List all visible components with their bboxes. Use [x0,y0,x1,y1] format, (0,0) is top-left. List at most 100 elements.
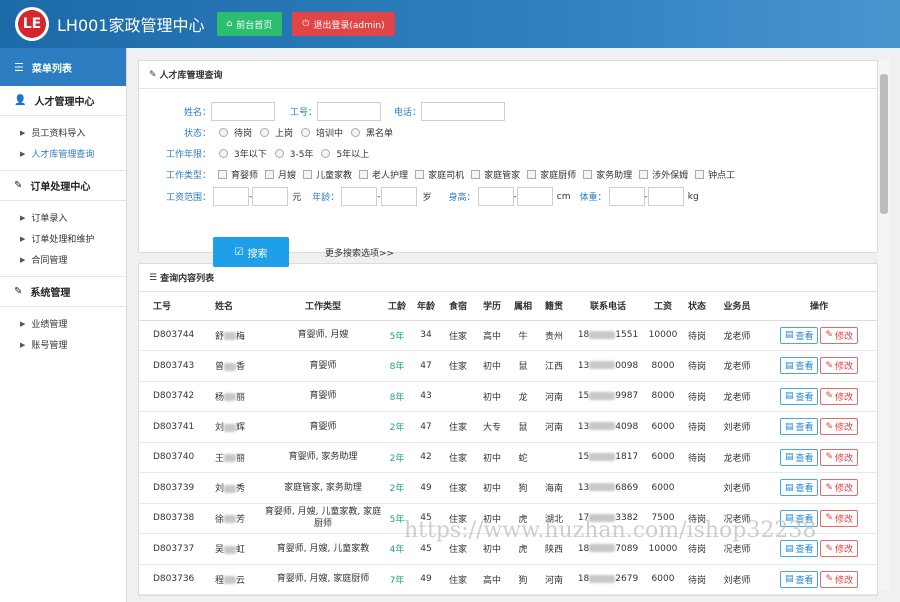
more-options-link[interactable]: 更多搜索选项>> [325,246,394,259]
cell-years: 8年 [383,381,411,412]
sidebar-item-order-entry[interactable]: ▶ 订单录入 [0,207,126,228]
col-header: 籍贯 [537,292,571,321]
search-button[interactable]: ☑ 搜索 [213,237,289,267]
weight-max-input[interactable] [647,187,684,206]
cell-years: 2年 [383,411,411,443]
weight-label: 体重： [579,193,607,203]
phone-input[interactable] [421,102,505,121]
view-button[interactable]: ▤ 查看 [779,570,819,588]
type-checkbox[interactable] [695,170,705,179]
cell-actions: ▤ 查看 ✎ 修改 [761,564,877,595]
file-icon: ▤ [784,360,794,371]
scrollbar[interactable] [878,60,890,590]
sidebar-item-order-maintain[interactable]: ▶ 订单处理和维护 [0,228,126,249]
status-radio[interactable] [260,128,270,137]
status-radio[interactable] [219,128,228,137]
edit-button[interactable]: ✎ 修改 [820,540,859,558]
cell-zodiac: 狗 [509,564,537,595]
scrollbar-thumb[interactable] [880,74,888,214]
type-checkbox[interactable] [639,170,649,179]
cell-origin [537,442,571,473]
edit-button[interactable]: ✎ 修改 [820,387,859,405]
name-input[interactable] [211,102,275,121]
edit-button[interactable]: ✎ 修改 [820,326,859,344]
age-unit: 岁 [422,193,432,203]
name-label: 姓名： [183,108,211,118]
type-checkbox[interactable] [527,170,537,179]
height-min-input[interactable] [477,187,514,206]
edit-button[interactable]: ✎ 修改 [820,479,859,497]
cell-status: 待岗 [681,411,713,443]
cell-status [681,472,713,504]
type-checkbox[interactable] [359,170,369,179]
view-button[interactable]: ▤ 查看 [779,387,819,405]
sidebar-item-talent-query[interactable]: ▶ 人才库管理查询 [0,143,126,164]
cell-board: 住家 [441,472,475,504]
view-button[interactable]: ▤ 查看 [779,357,819,375]
logout-button[interactable]: ⏻ 退出登录(admin) [292,12,395,36]
cell-type: 育婴师, 家务助理 [263,442,383,473]
sidebar-item-contracts[interactable]: ▶ 合同管理 [0,249,126,270]
edit-button[interactable]: ✎ 修改 [820,357,859,375]
edit-button[interactable]: ✎ 修改 [820,509,859,527]
cell-years: 2年 [383,472,411,504]
years-radio[interactable] [321,149,331,158]
view-button[interactable]: ▤ 查看 [779,479,819,497]
type-checkbox[interactable] [583,170,593,179]
status-radio[interactable] [351,128,361,137]
wage-max-input[interactable] [252,187,289,206]
edit-icon: ✎ [14,286,23,297]
view-button[interactable]: ▤ 查看 [779,448,819,466]
sidebar-group-system[interactable]: ✎ 系统管理 [0,277,126,307]
view-button[interactable]: ▤ 查看 [779,418,819,436]
col-header: 姓名 [201,292,263,321]
type-checkbox[interactable] [415,170,425,179]
sidebar-item-accounts[interactable]: ▶ 账号管理 [0,334,126,355]
type-checkbox[interactable] [265,170,275,179]
cell-edu: 高中 [475,564,509,595]
cell-age: 49 [411,472,441,504]
cell-type: 育婴师 [263,350,383,382]
status-radio[interactable] [301,128,311,137]
years-radio[interactable] [274,149,284,158]
type-checkbox[interactable] [303,170,313,179]
sidebar-item-import[interactable]: ▶ 员工资料导入 [0,122,126,143]
view-button[interactable]: ▤ 查看 [779,326,819,344]
cell-origin: 贵州 [537,320,571,351]
age-max-input[interactable] [380,187,417,206]
cell-phone: 13 0098 [571,350,645,382]
weight-min-input[interactable] [608,187,645,206]
id-input[interactable] [317,102,381,121]
sidebar-item-performance[interactable]: ▶ 业绩管理 [0,313,126,334]
edit-icon: ✎ [825,513,834,524]
cell-id: D803740 [139,442,201,473]
table-row: D803740 王丽育婴师, 家务助理 2年 42 住家 初中蛇 15 1817 6000 待岗龙… [139,442,877,473]
cell-id: D803742 [139,381,201,412]
cell-zodiac: 龙 [509,381,537,412]
cell-type: 育婴师, 月嫂 [263,320,383,351]
type-checkbox[interactable] [471,170,481,179]
years-radio[interactable] [219,149,228,158]
wage-min-input[interactable] [213,187,249,206]
edit-button[interactable]: ✎ 修改 [820,570,859,588]
home-button[interactable]: ⌂ 前台首页 [216,12,283,36]
redacted-mark [224,484,237,493]
type-checkbox[interactable] [218,170,227,179]
cell-origin: 河南 [537,564,571,595]
height-max-input[interactable] [516,187,553,206]
cell-zodiac: 鼠 [509,411,537,443]
edit-button[interactable]: ✎ 修改 [820,418,859,436]
cell-agent: 龙老师 [713,320,761,351]
cell-zodiac: 鼠 [509,350,537,382]
age-min-input[interactable] [341,187,378,206]
edit-button[interactable]: ✎ 修改 [820,448,859,466]
cell-name: 杨丽 [201,381,263,412]
file-icon: ▤ [784,391,794,402]
redacted-mark [589,361,616,370]
cell-status: 待岗 [681,320,713,351]
col-header: 工龄 [383,292,411,321]
cell-zodiac: 狗 [509,472,537,504]
sidebar-group-talent[interactable]: 👤 人才管理中心 [0,86,126,116]
col-header: 食宿 [441,292,475,321]
sidebar-group-orders[interactable]: ✎ 订单处理中心 [0,171,126,201]
